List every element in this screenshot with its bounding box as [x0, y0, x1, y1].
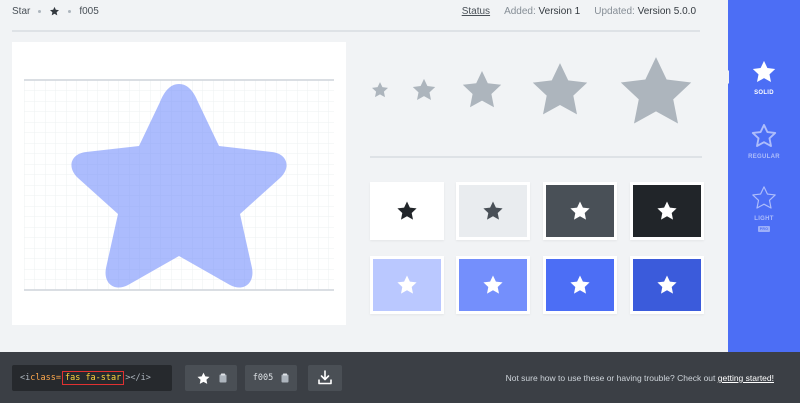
star-regular-icon	[751, 123, 777, 147]
pro-badge: PRO	[758, 226, 770, 232]
color-swatch[interactable]	[630, 256, 704, 314]
updated-value: Version 5.0.0	[637, 6, 696, 17]
separator-dot	[68, 10, 72, 13]
code-attr: class=	[30, 373, 61, 383]
star-icon	[657, 201, 677, 220]
style-option-regular[interactable]: REGULAR	[728, 122, 800, 160]
code-close: ></i>	[125, 373, 151, 383]
style-option-light[interactable]: LIGHT PRO	[728, 184, 800, 232]
color-swatch[interactable]	[456, 256, 530, 314]
added-value: Version 1	[538, 6, 581, 17]
clipboard-icon	[219, 373, 226, 383]
version-meta: Status Added: Version 1 Updated: Version…	[462, 6, 696, 17]
code-open: <i	[20, 373, 31, 383]
divider	[370, 156, 702, 158]
star-icon	[620, 57, 692, 124]
main-area: Star f005 Status Added: Version 1 Update…	[0, 0, 728, 352]
icon-name: Star	[12, 6, 31, 17]
help-message: Not sure how to use these or having trou…	[505, 373, 716, 383]
star-icon	[50, 6, 60, 16]
star-icon	[483, 275, 503, 294]
icon-preview	[12, 42, 346, 325]
star-light-icon	[752, 186, 776, 209]
icon-header: Star f005 Status Added: Version 1 Update…	[12, 0, 700, 28]
star-icon	[372, 82, 388, 98]
star-icon	[412, 78, 436, 101]
star-icon	[570, 275, 590, 294]
breadcrumb: Star f005	[12, 6, 99, 17]
download-icon	[318, 370, 332, 385]
star-icon	[657, 275, 677, 294]
preview-grid	[24, 79, 334, 291]
style-label: REGULAR	[748, 154, 780, 160]
color-swatch[interactable]	[370, 256, 444, 314]
star-icon	[197, 372, 209, 384]
separator-dot	[38, 10, 42, 13]
star-icon	[397, 201, 417, 220]
added-label: Added:	[504, 6, 536, 17]
style-option-solid[interactable]: SOLID	[728, 58, 800, 96]
color-swatch[interactable]	[630, 182, 704, 240]
help-text: Not sure how to use these or having trou…	[506, 373, 774, 383]
download-button[interactable]	[308, 365, 342, 391]
copy-unicode-button[interactable]: f005	[245, 365, 297, 391]
style-label: LIGHT	[754, 216, 774, 222]
html-snippet[interactable]: <i class= fas fa-star ></i>	[12, 365, 172, 391]
color-swatch[interactable]	[456, 182, 530, 240]
getting-started-link[interactable]: getting started!	[718, 373, 774, 383]
star-icon	[483, 201, 503, 220]
updated-label: Updated:	[594, 6, 635, 17]
clipboard-icon	[281, 373, 289, 383]
color-swatch[interactable]	[370, 182, 444, 240]
bottom-bar: <i class= fas fa-star ></i> f005 Not sure …	[0, 352, 800, 403]
color-swatch[interactable]	[543, 256, 617, 314]
star-icon	[570, 201, 590, 220]
code-class: fas fa-star	[61, 371, 125, 385]
star-icon	[462, 71, 502, 108]
status-link[interactable]: Status	[462, 6, 490, 17]
color-swatch[interactable]	[543, 182, 617, 240]
star-icon	[532, 63, 588, 115]
copy-glyph-button[interactable]	[185, 365, 237, 391]
style-sidebar: SOLID REGULAR LIGHT PRO	[722, 0, 800, 352]
unicode-label: f005	[252, 373, 274, 383]
star-solid-icon	[752, 60, 776, 83]
icon-unicode: f005	[79, 6, 99, 17]
style-label: SOLID	[754, 90, 774, 96]
size-previews	[370, 50, 702, 140]
star-icon	[397, 275, 417, 294]
divider	[12, 30, 700, 32]
